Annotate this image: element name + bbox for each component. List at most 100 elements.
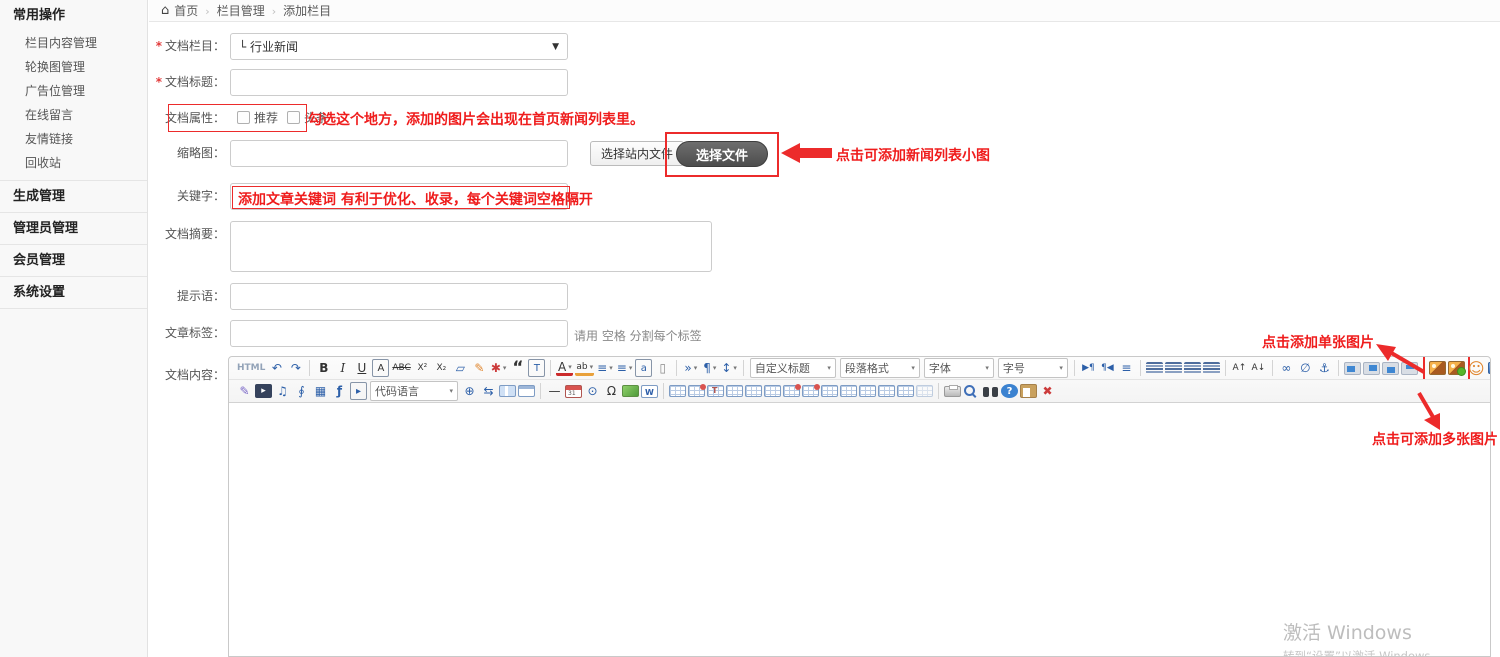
- delete-row-icon[interactable]: [783, 385, 800, 397]
- breadcrumb-item[interactable]: 栏目管理: [217, 4, 265, 18]
- merge-right-icon[interactable]: [821, 385, 838, 397]
- strikethrough-icon[interactable]: ABC: [391, 359, 411, 377]
- paste-text-icon[interactable]: T: [528, 359, 545, 377]
- split-cols-icon[interactable]: [897, 385, 914, 397]
- link-icon[interactable]: ∞: [1278, 359, 1295, 377]
- auto-typeset-icon[interactable]: a: [635, 359, 652, 377]
- image-float-right-icon[interactable]: [1363, 362, 1380, 375]
- format-painter-icon[interactable]: ✎: [471, 359, 488, 377]
- html-source-icon[interactable]: HTML: [236, 359, 266, 377]
- doodle-icon[interactable]: ✎: [236, 382, 253, 400]
- font-size-down-icon[interactable]: A↓: [1250, 359, 1267, 377]
- border-text-icon[interactable]: A: [372, 359, 389, 377]
- text-effect-icon[interactable]: ✱▾: [490, 359, 508, 377]
- code-language-select[interactable]: 代码语言▾: [370, 381, 458, 401]
- superscript-icon[interactable]: X²: [414, 359, 431, 377]
- image-block-icon[interactable]: [1401, 362, 1418, 375]
- date-icon[interactable]: [565, 385, 582, 398]
- sidebar-item[interactable]: 回收站: [0, 151, 147, 175]
- split-cells-icon[interactable]: [916, 385, 933, 397]
- map-icon[interactable]: [622, 385, 639, 397]
- image-float-left-icon[interactable]: [1344, 362, 1361, 375]
- checkbox-recommend[interactable]: [237, 111, 250, 124]
- table-title-icon[interactable]: [707, 385, 724, 397]
- italic-icon[interactable]: I: [334, 359, 351, 377]
- ordered-list-icon[interactable]: ≡▾: [596, 359, 614, 377]
- paragraph-spacing-icon[interactable]: ¶▾: [701, 359, 718, 377]
- special-char-icon[interactable]: Ω: [603, 382, 620, 400]
- sidebar-item[interactable]: 友情链接: [0, 127, 147, 151]
- time-icon[interactable]: ⊙: [584, 382, 601, 400]
- font-size-select[interactable]: 字号▾: [998, 358, 1068, 378]
- sidebar-item[interactable]: 轮换图管理: [0, 55, 147, 79]
- blockquote-icon[interactable]: “: [509, 359, 526, 377]
- sidebar-item[interactable]: 广告位管理: [0, 79, 147, 103]
- sidebar-section-1-header[interactable]: 生成管理: [0, 181, 147, 212]
- unlink-icon[interactable]: ∅: [1297, 359, 1314, 377]
- choose-site-file-button[interactable]: 选择站内文件: [590, 141, 684, 166]
- music-icon[interactable]: ♫: [274, 382, 291, 400]
- thumbnail-input[interactable]: [230, 140, 568, 167]
- line-height-icon[interactable]: ↕▾: [720, 359, 738, 377]
- image-hotspot-icon[interactable]: ▦: [312, 382, 329, 400]
- flash-icon[interactable]: ƒ: [331, 382, 348, 400]
- fullscreen-icon[interactable]: [1488, 362, 1490, 374]
- tags-input[interactable]: [230, 320, 568, 347]
- template-icon[interactable]: [518, 385, 535, 397]
- sidebar-item[interactable]: 在线留言: [0, 103, 147, 127]
- unordered-list-icon[interactable]: ≡▾: [616, 359, 634, 377]
- image-center-icon[interactable]: [1382, 362, 1399, 375]
- columns-icon[interactable]: [499, 385, 516, 397]
- editor-content-area[interactable]: [229, 403, 1490, 656]
- clear-doc-icon[interactable]: ✖: [1039, 382, 1056, 400]
- align-center-icon[interactable]: [1165, 362, 1182, 374]
- sidebar-section-0-header[interactable]: 常用操作: [0, 0, 147, 31]
- remove-format-icon[interactable]: ▱: [452, 359, 469, 377]
- search-replace-icon[interactable]: [982, 386, 999, 397]
- insert-single-image-icon[interactable]: [1429, 361, 1446, 375]
- merge-down-icon[interactable]: [840, 385, 857, 397]
- redo-icon[interactable]: ↷: [287, 359, 304, 377]
- insert-col-icon[interactable]: [764, 385, 781, 397]
- sidebar-section-3-header[interactable]: 会员管理: [0, 245, 147, 276]
- align-left-icon[interactable]: [1146, 362, 1163, 374]
- font-family-select[interactable]: 字体▾: [924, 358, 994, 378]
- doc-title-input[interactable]: [230, 69, 568, 96]
- tip-input[interactable]: [230, 283, 568, 310]
- attachment-icon[interactable]: ∮: [293, 382, 310, 400]
- doc-category-select[interactable]: └ 行业新闻 ▼: [230, 33, 568, 60]
- subscript-icon[interactable]: X₂: [433, 359, 450, 377]
- align-justify-icon[interactable]: [1203, 362, 1220, 374]
- underline-icon[interactable]: U: [353, 359, 370, 377]
- ltr-icon[interactable]: ▶¶: [1080, 359, 1097, 377]
- paste-plain-icon[interactable]: [1020, 384, 1037, 398]
- video-capture-icon[interactable]: ▸: [350, 382, 367, 400]
- insert-row-icon[interactable]: [745, 385, 762, 397]
- help-icon[interactable]: ?: [1001, 384, 1018, 398]
- insert-video-icon[interactable]: ▸: [255, 384, 272, 398]
- breadcrumb-item[interactable]: 首页: [174, 4, 198, 18]
- print-icon[interactable]: [944, 386, 961, 397]
- emotion-icon[interactable]: ☺: [1467, 359, 1486, 377]
- page-break-icon[interactable]: ⇆: [480, 382, 497, 400]
- horizontal-rule-icon[interactable]: —: [546, 382, 563, 400]
- align-right-icon[interactable]: [1184, 362, 1201, 374]
- delete-col-icon[interactable]: [802, 385, 819, 397]
- paragraph-format-select[interactable]: 段落格式▾: [840, 358, 920, 378]
- font-size-up-icon[interactable]: A↑: [1231, 359, 1248, 377]
- checkbox-headline[interactable]: [287, 111, 300, 124]
- first-line-indent-icon[interactable]: ≡: [1118, 359, 1135, 377]
- font-color-icon[interactable]: A▾: [556, 361, 573, 376]
- table-header-icon[interactable]: [726, 385, 743, 397]
- custom-title-select[interactable]: 自定义标题▾: [750, 358, 836, 378]
- blank-page-icon[interactable]: ▯: [654, 359, 671, 377]
- split-rows-icon[interactable]: [878, 385, 895, 397]
- sidebar-item[interactable]: 栏目内容管理: [0, 31, 147, 55]
- undo-icon[interactable]: ↶: [268, 359, 285, 377]
- preview-icon[interactable]: [963, 384, 980, 398]
- sidebar-section-4-header[interactable]: 系统设置: [0, 277, 147, 308]
- choose-file-button[interactable]: 选择文件: [676, 141, 768, 167]
- internet-icon[interactable]: ⊕: [461, 382, 478, 400]
- sidebar-section-2-header[interactable]: 管理员管理: [0, 213, 147, 244]
- insert-table-icon[interactable]: [669, 385, 686, 397]
